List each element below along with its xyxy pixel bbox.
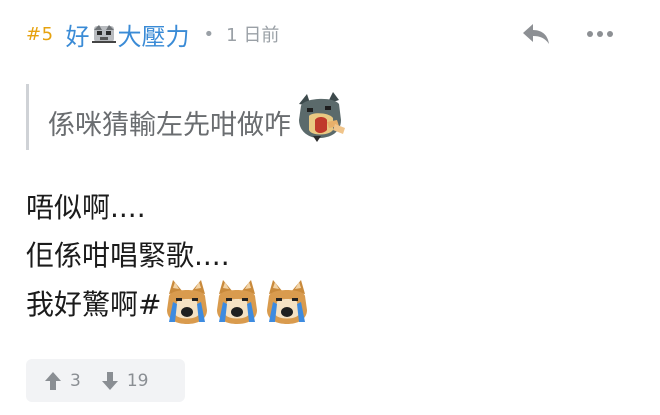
quote-bar bbox=[26, 84, 29, 150]
quote-block: 係咪猜輸左先咁做咋 bbox=[26, 78, 626, 150]
upvote-count: 3 bbox=[70, 370, 81, 391]
reply-arrow-icon bbox=[523, 24, 549, 44]
quote-content: 係咪猜輸左先咁做咋 bbox=[48, 92, 349, 142]
username-part-2: 大壓力 bbox=[117, 22, 190, 51]
post-time: 1 日前 bbox=[226, 25, 280, 46]
more-dots-icon bbox=[587, 31, 613, 37]
downvote-count: 19 bbox=[126, 370, 149, 391]
username-emoji-icon bbox=[91, 25, 116, 43]
post-body-text-2: 佢係咁唱緊歌.... bbox=[26, 239, 230, 272]
username[interactable]: 好 大壓力 bbox=[66, 17, 190, 52]
post-body-line-3: 我好驚啊# bbox=[26, 278, 311, 328]
crying-dog-emoji-icon bbox=[167, 280, 208, 324]
arrow-up-icon bbox=[45, 371, 61, 390]
crying-dog-emoji-icon bbox=[267, 280, 308, 324]
more-options-button[interactable] bbox=[580, 19, 620, 49]
crying-dog-emoji-icon bbox=[217, 280, 258, 324]
upvote-button[interactable]: 3 bbox=[44, 371, 81, 391]
yawning-dog-emoji-icon bbox=[299, 92, 345, 142]
quote-text: 係咪猜輸左先咁做咋 bbox=[48, 109, 291, 141]
arrow-down-icon bbox=[101, 371, 118, 390]
downvote-button[interactable]: 19 bbox=[101, 370, 149, 391]
meta-separator: • bbox=[203, 23, 215, 45]
post-body-text-1: 唔似啊.... bbox=[26, 191, 146, 224]
post-body-line-2: 佢係咁唱緊歌.... bbox=[26, 234, 230, 274]
post-body-text-3: 我好驚啊# bbox=[26, 288, 162, 321]
username-part-1: 好 bbox=[65, 22, 90, 51]
vote-bar: 3 19 bbox=[26, 359, 185, 402]
post-header: #5 好 大壓力 • 1 日前 bbox=[26, 14, 279, 54]
reply-button[interactable] bbox=[516, 19, 556, 49]
post-body-line-1: 唔似啊.... bbox=[26, 186, 146, 226]
floor-number[interactable]: #5 bbox=[26, 24, 54, 45]
